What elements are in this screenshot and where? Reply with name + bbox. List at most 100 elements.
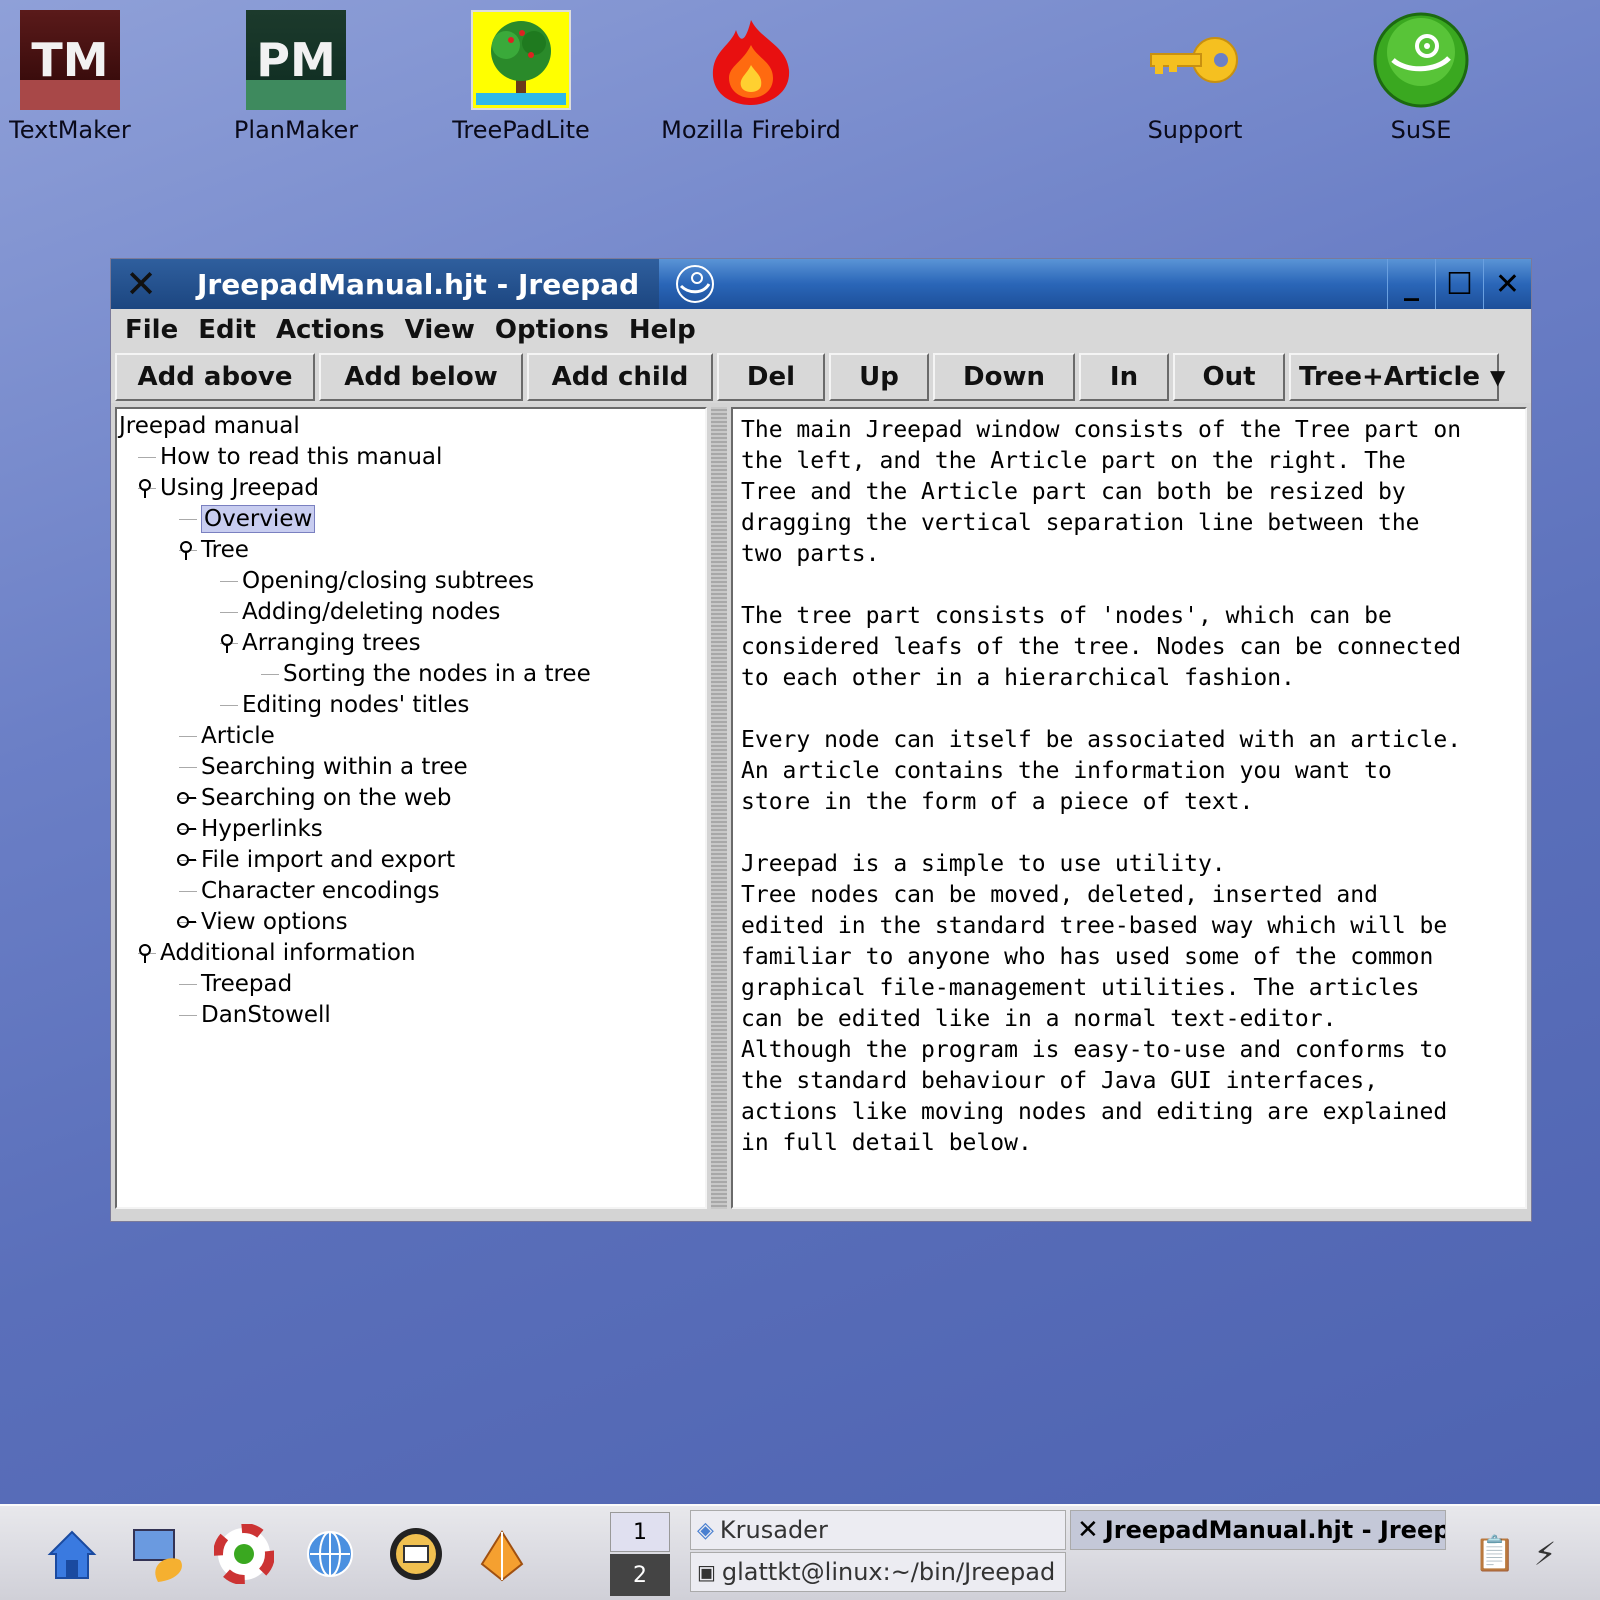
tree-node[interactable]: Searching within a tree — [201, 752, 468, 782]
tree-node[interactable]: Overview — [201, 504, 316, 534]
desktop-icon-suse[interactable]: SuSE — [1336, 0, 1506, 144]
tree-connector — [179, 1015, 197, 1016]
desktop-icon-label: Mozilla Firebird — [661, 116, 841, 144]
tree-connector — [220, 581, 238, 582]
help-launcher[interactable] — [210, 1520, 278, 1588]
tree-node[interactable]: Editing nodes' titles — [242, 690, 469, 720]
desktop-icon-label: TextMaker — [9, 116, 131, 144]
taskbar: 1 2 ◈ Krusader ▣ glattkt@linux:~/bin/Jre… — [0, 1504, 1600, 1600]
tree-node[interactable]: View options — [201, 907, 348, 937]
tree-node[interactable]: Character encodings — [201, 876, 439, 906]
tree-node-label: Tree — [201, 537, 249, 563]
menu-actions[interactable]: Actions — [276, 315, 385, 345]
network-tray[interactable]: ⚡ — [1520, 1520, 1570, 1588]
desktop-icon-support[interactable]: Support — [1110, 0, 1280, 144]
split-pane: Jreepad manual How to read this manual Usi… — [115, 407, 1527, 1209]
task-jreepad[interactable]: ✕ JreepadManual.hjt - Jreepad — [1070, 1510, 1446, 1550]
terminal-icon: ▣ — [697, 1560, 716, 1584]
tree-node[interactable]: Arranging trees — [242, 628, 421, 658]
tree-node[interactable]: Searching on the web — [201, 783, 451, 813]
minimize-button[interactable]: _ — [1387, 259, 1435, 309]
pager-desktop-2[interactable]: 2 — [610, 1554, 670, 1596]
task-terminal[interactable]: ▣ glattkt@linux:~/bin/Jreepad — [690, 1552, 1066, 1592]
desktop-launcher[interactable] — [124, 1520, 192, 1588]
tree-node[interactable]: Opening/closing subtrees — [242, 566, 534, 596]
window-titlebar[interactable]: ✕ JreepadManual.hjt - Jreepad _ ☐ ✕ — [111, 259, 1531, 309]
tree-node[interactable]: How to read this manual — [160, 442, 442, 472]
home-launcher[interactable] — [38, 1520, 106, 1588]
tree-node-label: Overview — [201, 505, 316, 533]
klipper-tray[interactable]: 📋 — [1470, 1520, 1520, 1588]
article-paragraph: Jreepad is a simple to use utility. Tree… — [741, 851, 1448, 1156]
task-label: glattkt@linux:~/bin/Jreepad — [721, 1558, 1056, 1586]
tree-connector — [179, 767, 197, 768]
tree-node[interactable]: Adding/deleting nodes — [242, 597, 500, 627]
tree-node[interactable]: Sorting the nodes in a tree — [283, 659, 591, 689]
tree-node-label: Editing nodes' titles — [242, 692, 470, 718]
tree-node-label: Character encodings — [201, 878, 440, 904]
tree-node-label: Article — [201, 723, 275, 749]
outdent-button[interactable]: Out — [1173, 353, 1285, 401]
tree-node-label: Arranging trees — [242, 630, 421, 656]
add-below-button[interactable]: Add below — [319, 353, 523, 401]
mail-launcher[interactable] — [382, 1520, 450, 1588]
view-mode-select[interactable]: Tree+Article ▼ — [1289, 353, 1505, 401]
delete-button[interactable]: Del — [717, 353, 825, 401]
menu-options[interactable]: Options — [495, 315, 609, 345]
krusader-icon: ◈ — [697, 1517, 714, 1543]
menubar: File Edit Actions View Options Help — [111, 309, 1531, 351]
add-above-button[interactable]: Add above — [115, 353, 315, 401]
tree-node[interactable]: Additional information — [160, 938, 416, 968]
collapsed-toggle-icon[interactable] — [175, 787, 197, 809]
article-paragraph: The tree part consists of 'nodes', which… — [741, 603, 1462, 691]
indent-button[interactable]: In — [1079, 353, 1169, 401]
expanded-toggle-icon[interactable] — [134, 942, 156, 964]
move-down-button[interactable]: Down — [933, 353, 1075, 401]
tree-node[interactable]: Article — [201, 721, 275, 751]
collapsed-toggle-icon[interactable] — [175, 911, 197, 933]
tree-node[interactable]: DanStowell — [201, 1000, 331, 1030]
tree-node[interactable]: Hyperlinks — [201, 814, 323, 844]
expanded-toggle-icon[interactable] — [216, 632, 238, 654]
x-window-icon[interactable]: ✕ — [121, 262, 161, 306]
window-title: JreepadManual.hjt - Jreepad — [197, 267, 640, 301]
desktop-icon-textmaker[interactable]: TM TextMaker — [0, 0, 155, 144]
pane-splitter[interactable] — [711, 407, 727, 1209]
expanded-toggle-icon[interactable] — [175, 539, 197, 561]
pager-desktop-1[interactable]: 1 — [610, 1512, 670, 1552]
tree-node-label: View options — [201, 909, 348, 935]
tree-node-label: Searching within a tree — [201, 754, 468, 780]
task-krusader[interactable]: ◈ Krusader — [690, 1510, 1066, 1550]
close-button[interactable]: ✕ — [1483, 259, 1531, 309]
menu-view[interactable]: View — [405, 315, 475, 345]
planmaker-icon: PM — [246, 10, 346, 110]
desktop-icon-planmaker[interactable]: PM PlanMaker — [211, 0, 381, 144]
dropdown-arrow-icon: ▼ — [1490, 365, 1506, 389]
tree-connector — [179, 984, 197, 985]
menu-file[interactable]: File — [125, 315, 178, 345]
add-child-button[interactable]: Add child — [527, 353, 713, 401]
maximize-button[interactable]: ☐ — [1435, 259, 1483, 309]
collapsed-toggle-icon[interactable] — [175, 849, 197, 871]
tree-node[interactable]: Jreepad manual — [119, 411, 300, 441]
desktop-icon-firebird[interactable]: Mozilla Firebird — [651, 0, 851, 144]
menu-help[interactable]: Help — [629, 315, 696, 345]
expanded-toggle-icon[interactable] — [134, 477, 156, 499]
move-up-button[interactable]: Up — [829, 353, 929, 401]
browser-launcher[interactable] — [296, 1520, 364, 1588]
collapsed-toggle-icon[interactable] — [175, 818, 197, 840]
firebird-icon — [701, 10, 801, 110]
maximize-icon: ☐ — [1446, 266, 1473, 302]
tree-connector — [138, 457, 156, 458]
tree-node-label: Using Jreepad — [160, 475, 320, 501]
menu-edit[interactable]: Edit — [198, 315, 256, 345]
office-launcher[interactable] — [468, 1520, 536, 1588]
tree-node[interactable]: Tree — [201, 535, 249, 565]
tree-node[interactable]: File import and export — [201, 845, 455, 875]
tree-view[interactable]: Jreepad manual How to read this manual Usi… — [115, 407, 707, 1209]
article-text-area[interactable]: The main Jreepad window consists of the … — [731, 407, 1527, 1209]
tree-node[interactable]: Using Jreepad — [160, 473, 319, 503]
tree-connector — [179, 519, 197, 520]
desktop-icon-treepad[interactable]: TreePadLite — [436, 0, 606, 144]
tree-node[interactable]: Treepad — [201, 969, 292, 999]
